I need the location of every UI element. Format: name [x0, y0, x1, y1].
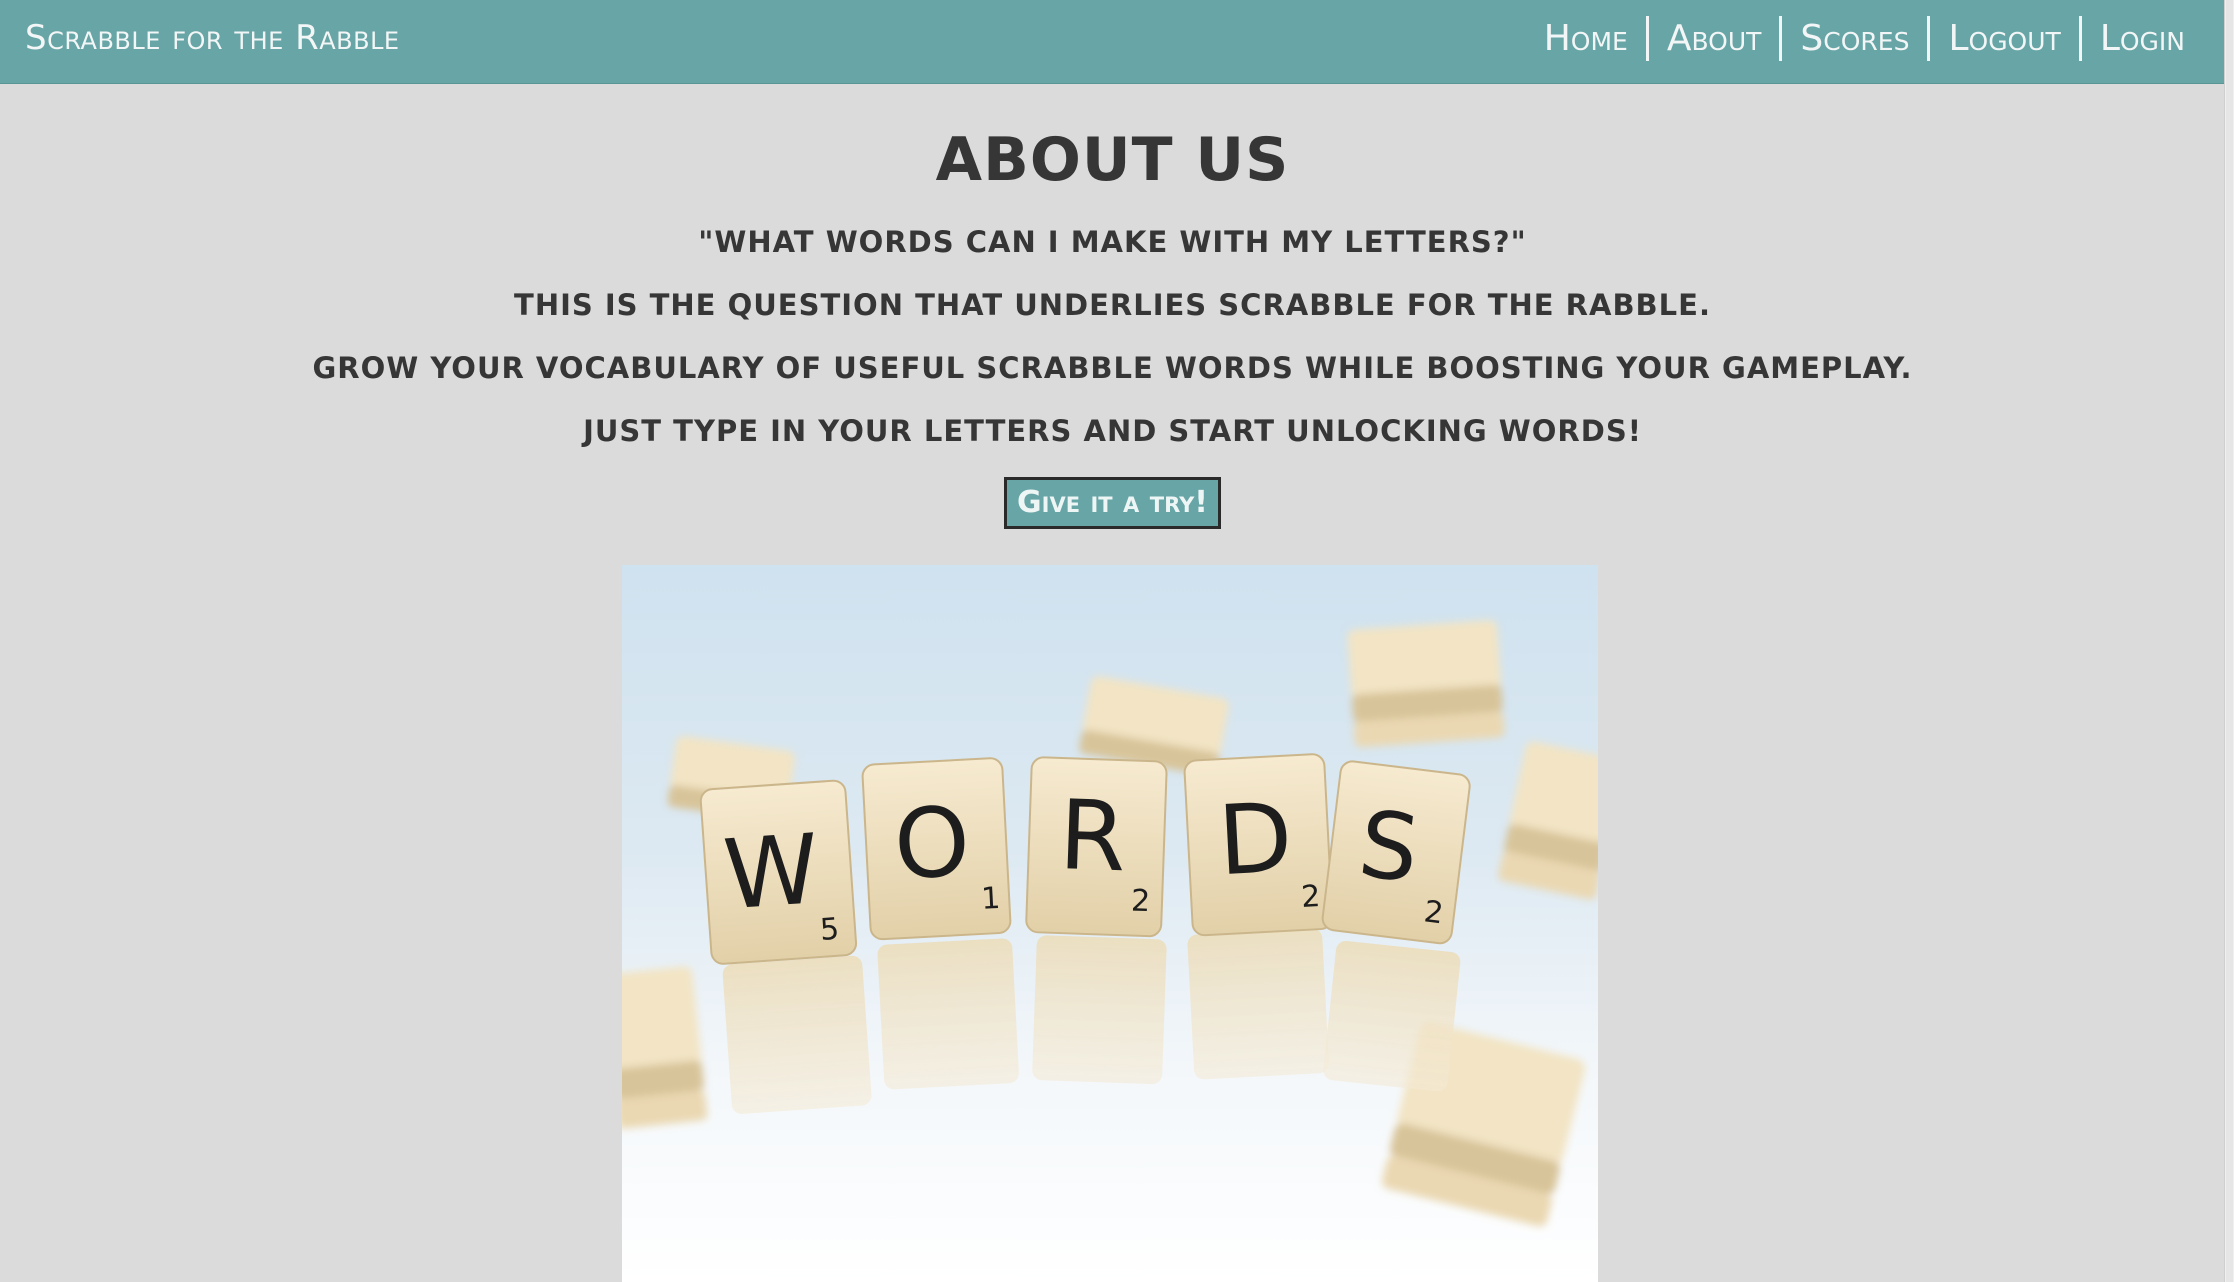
tile-o: O 1 [861, 757, 1012, 941]
svg-text:2: 2 [1300, 879, 1321, 915]
navbar: Scrabble for the Rabble Home About Score… [0, 0, 2225, 84]
intro-line-3: Grow your vocabulary of useful scrabble … [312, 351, 1913, 385]
intro-question: "What words can I make with my letters?" [698, 225, 1527, 259]
nav-logout[interactable]: Logout [1927, 16, 2078, 61]
word-tiles: W 5 O 1 R 2 D 2 S 2 [699, 753, 1471, 965]
svg-text:5: 5 [819, 912, 840, 948]
nav-scores[interactable]: Scores [1779, 16, 1927, 61]
tile-d: D 2 [1183, 753, 1334, 937]
tile-w: W 5 [699, 779, 858, 965]
svg-text:W: W [720, 813, 823, 931]
nav-home[interactable]: Home [1526, 16, 1646, 61]
svg-text:O: O [891, 786, 972, 902]
svg-text:D: D [1215, 782, 1295, 898]
svg-text:2: 2 [1130, 884, 1150, 920]
scrollbar-thumb[interactable] [2226, 0, 2233, 1282]
nav-about[interactable]: About [1645, 16, 1780, 61]
svg-text:R: R [1057, 779, 1128, 893]
vertical-scrollbar[interactable] [2224, 0, 2234, 1282]
tile-r: R 2 [1025, 756, 1168, 938]
nav-menu: Home About Scores Logout Login [1526, 16, 2203, 61]
intro-line-2: This is the question that underlies Scra… [514, 288, 1711, 322]
page-title: ABOUT US [935, 125, 1290, 195]
give-it-a-try-button[interactable]: Give it a try! [1004, 477, 1221, 529]
intro-line-4: Just type in your letters and start unlo… [583, 414, 1642, 448]
nav-login[interactable]: Login [2078, 16, 2203, 61]
scrabble-tiles-illustration: W 5 O 1 R 2 D 2 S 2 [622, 620, 1598, 1227]
page: Scrabble for the Rabble Home About Score… [0, 0, 2234, 1282]
about-section: ABOUT US "What words can I make with my … [0, 84, 2225, 529]
svg-text:1: 1 [980, 881, 1001, 917]
tile-s: S 2 [1321, 760, 1471, 945]
scrabble-tiles-image: W 5 O 1 R 2 D 2 S 2 [622, 565, 1598, 1282]
brand-link[interactable]: Scrabble for the Rabble [25, 18, 400, 58]
